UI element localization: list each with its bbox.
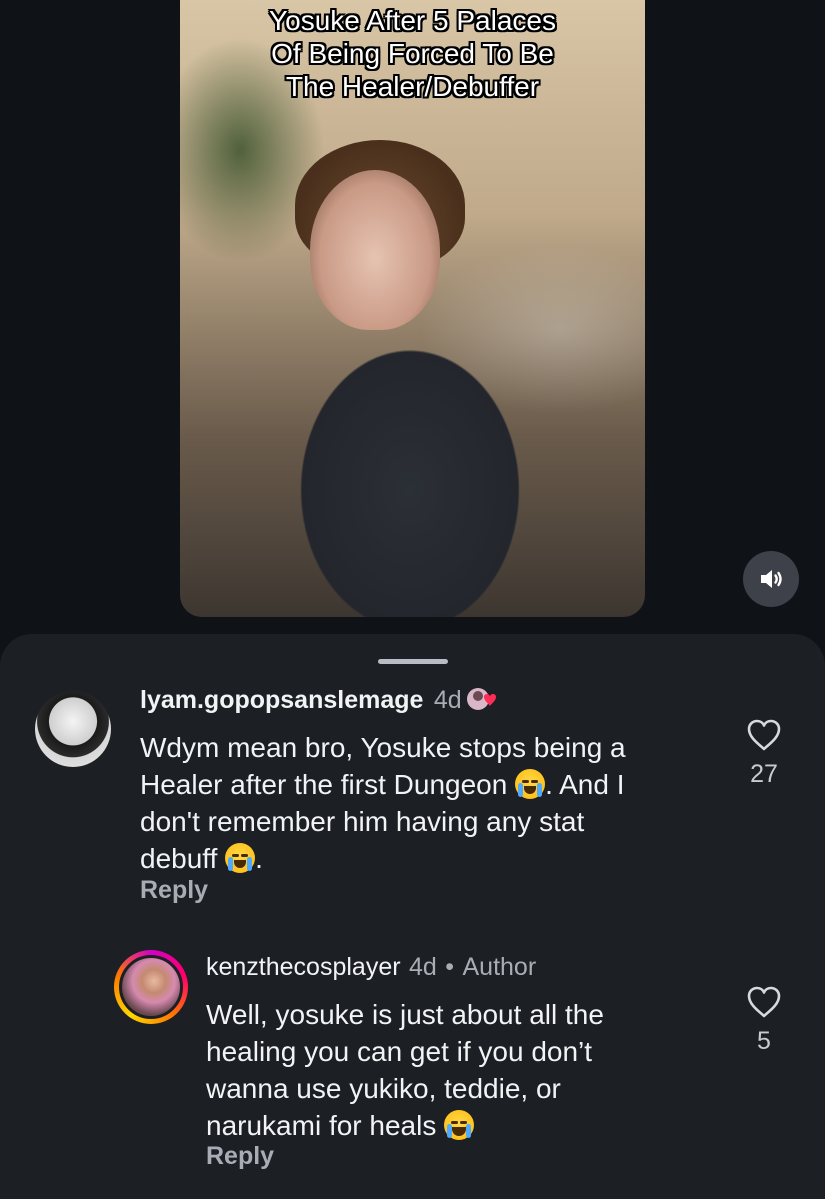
comment-header: kenzthecosplayer 4d • Author (206, 953, 536, 982)
speaker-icon (761, 570, 782, 588)
comment-text: wanna use yukiko, teddie, or (206, 1073, 561, 1104)
video-subject-face (310, 170, 440, 330)
comment-text: Wdym mean bro, Yosuke stops being a (140, 732, 626, 763)
like-group: 5 (738, 985, 790, 1056)
comment-username[interactable]: lyam.gopopsanslemage (140, 686, 423, 714)
comment-text: healing you can get if you don’t (206, 1036, 593, 1067)
comment-username[interactable]: kenzthecosplayer (206, 953, 401, 981)
comment-age: 4d (433, 686, 462, 714)
loudly-crying-face-icon (225, 843, 256, 873)
volume-button[interactable] (743, 551, 799, 607)
reply-button[interactable]: Reply (206, 1142, 274, 1171)
like-group: 27 (738, 718, 790, 789)
video-caption: Yosuke After 5 Palaces Of Being Forced T… (180, 4, 645, 103)
heart-outline-icon[interactable] (746, 718, 782, 752)
author-tag: Author (462, 953, 537, 981)
comment-body: Wdym mean bro, Yosuke stops being a Heal… (140, 729, 700, 877)
video-caption-line: Yosuke After 5 Palaces (269, 5, 556, 36)
separator-dot: • (445, 953, 455, 981)
like-count: 27 (750, 760, 778, 788)
comment-text: . (255, 843, 263, 874)
profile-heart-badge (466, 686, 500, 712)
comment-text: narukami for heals (206, 1110, 437, 1141)
comment-text: don't remember him having any stat (140, 806, 585, 837)
drag-handle[interactable] (378, 659, 448, 664)
comment-text: Well, yosuke is just about all the (206, 999, 604, 1030)
comment-text: debuff (140, 843, 218, 874)
video-player[interactable]: Yosuke After 5 Palaces Of Being Forced T… (180, 0, 645, 617)
video-caption-line: Of Being Forced To Be (271, 38, 554, 69)
comment-header: lyam.gopopsanslemage 4d (140, 686, 500, 715)
reply-button[interactable]: Reply (140, 876, 208, 905)
loudly-crying-face-icon (515, 769, 546, 799)
comment-age: 4d (409, 953, 437, 981)
avatar[interactable] (119, 955, 183, 1019)
heart-outline-icon[interactable] (746, 985, 782, 1019)
comment-text: Healer after the first Dungeon (140, 769, 508, 800)
video-caption-line: The Healer/Debuffer (285, 71, 540, 102)
like-count: 5 (757, 1027, 771, 1055)
face-with-tears-of-joy-icon (444, 1110, 475, 1140)
avatar[interactable] (35, 691, 111, 767)
comment-body: Well, yosuke is just about all the heali… (206, 996, 706, 1144)
comment-text: . And I (545, 769, 625, 800)
